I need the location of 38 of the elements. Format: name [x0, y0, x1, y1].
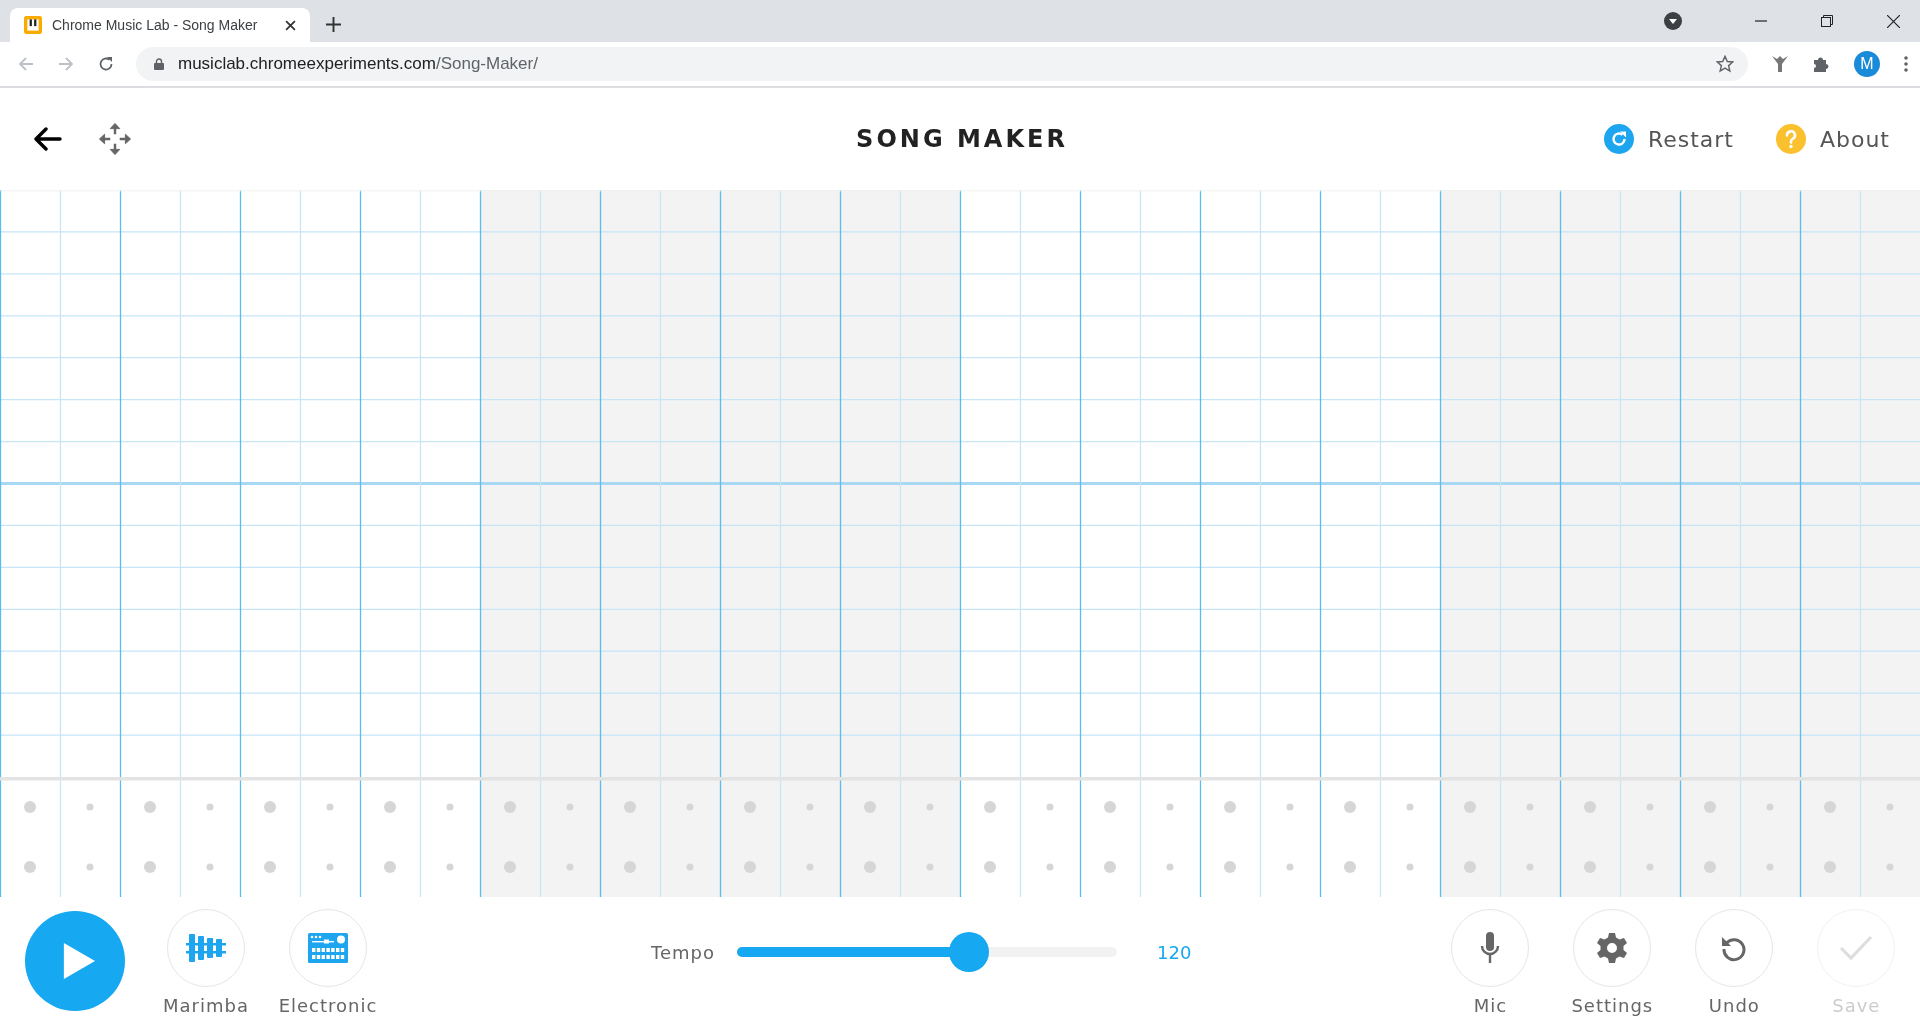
- restore-icon[interactable]: [1821, 15, 1833, 27]
- piano-icon: [24, 16, 42, 34]
- about-button[interactable]: About: [1775, 124, 1890, 154]
- browser-tab[interactable]: Chrome Music Lab - Song Maker: [10, 8, 310, 42]
- back-arrow-icon[interactable]: [34, 127, 62, 151]
- question-icon: [1775, 124, 1806, 154]
- media-dropdown-icon[interactable]: [1664, 12, 1682, 30]
- puzzle-icon[interactable]: [1812, 55, 1830, 73]
- settings-icon: [1596, 932, 1629, 964]
- plus-icon[interactable]: [326, 17, 341, 32]
- reload-icon[interactable]: [98, 56, 114, 72]
- tempo-label: Tempo: [651, 941, 715, 963]
- tool-label: Undo: [1708, 995, 1760, 1016]
- kebab-menu-icon[interactable]: [1904, 56, 1908, 72]
- play-icon: [62, 941, 96, 981]
- microphone-icon: [1480, 932, 1501, 964]
- close-icon[interactable]: [285, 19, 296, 31]
- profile-avatar[interactable]: M: [1854, 51, 1880, 77]
- checkmark-icon: [1839, 935, 1874, 961]
- lock-icon: [154, 58, 164, 70]
- instrument-label: Electronic: [278, 995, 378, 1016]
- restart-button[interactable]: Restart: [1603, 124, 1734, 154]
- drum-machine-icon: [308, 933, 348, 963]
- marimba-icon: [186, 934, 226, 962]
- tab-title: Chrome Music Lab - Song Maker: [52, 17, 259, 33]
- tool-label: Mic: [1473, 995, 1508, 1016]
- tempo-value: 120: [1157, 941, 1192, 963]
- slider-thumb[interactable]: [948, 932, 989, 972]
- close-icon[interactable]: [1887, 14, 1900, 28]
- tool-label: Settings: [1571, 995, 1654, 1016]
- star-icon[interactable]: [1716, 55, 1734, 73]
- instrument-label: Marimba: [163, 995, 249, 1016]
- funnel-icon[interactable]: [1772, 55, 1788, 73]
- url-text: musiclab.chromeexperiments.com/Song-Maker/: [178, 54, 538, 74]
- address-bar[interactable]: musiclab.chromeexperiments.com/Song-Maker/: [136, 47, 1748, 81]
- app-title: SONG MAKER: [855, 125, 1069, 153]
- restart-icon: [1603, 124, 1634, 154]
- move-arrows-icon[interactable]: [98, 122, 132, 156]
